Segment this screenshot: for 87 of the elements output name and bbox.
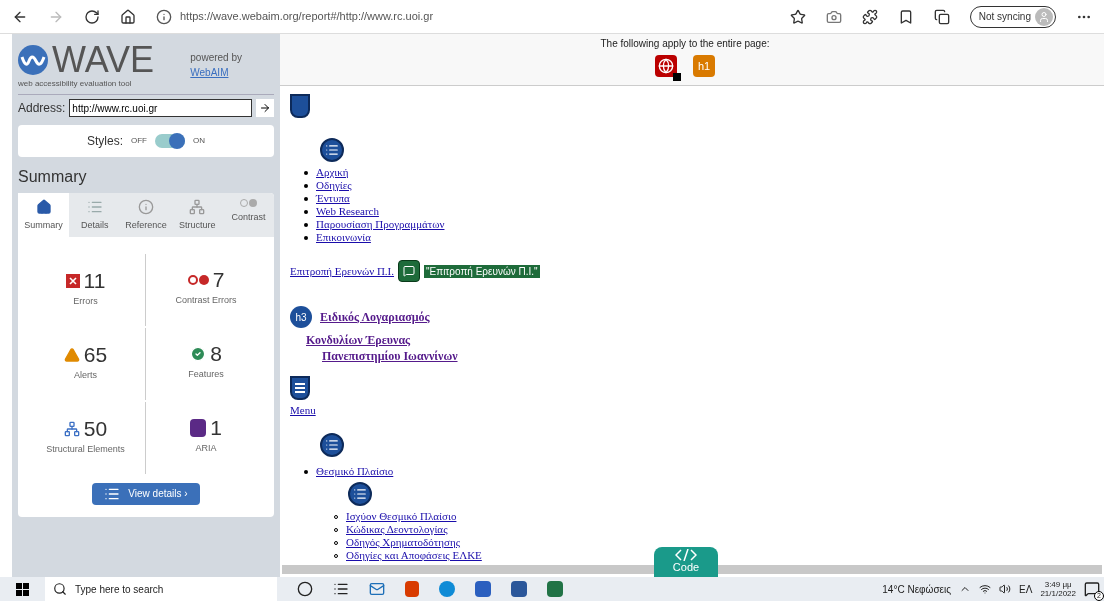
address-input[interactable]: http://www.rc.uoi.gr	[69, 99, 253, 117]
nav-link[interactable]: Ισχύον Θεσμικό Πλαίσιο	[346, 510, 457, 523]
mail-icon[interactable]	[369, 581, 385, 597]
wave-logo: WAVE	[52, 42, 154, 78]
arrow-right-icon	[259, 102, 272, 114]
clock-date: 21/1/2022	[1040, 589, 1076, 598]
check-icon	[190, 345, 207, 362]
menu-icon	[290, 376, 310, 400]
stat-label: Alerts	[74, 369, 97, 383]
nav-link[interactable]: Web Research	[316, 205, 379, 218]
error-icon	[65, 273, 80, 288]
stat-count: 1	[210, 417, 222, 439]
nav-link[interactable]: Αρχική	[316, 166, 349, 179]
volume-icon[interactable]	[999, 583, 1012, 595]
go-button[interactable]	[256, 99, 274, 117]
wifi-icon[interactable]	[979, 583, 992, 595]
stat-count: 50	[83, 418, 108, 440]
structure-icon	[63, 420, 80, 437]
summary-tab[interactable]: Structure	[171, 193, 223, 237]
list-icon	[86, 199, 103, 215]
reload-icon[interactable]	[84, 8, 100, 25]
stat-count: 8	[210, 343, 222, 365]
horizontal-scrollbar[interactable]	[282, 565, 1102, 574]
styles-toggle[interactable]	[155, 134, 185, 148]
nav-link[interactable]: Οδηγίες και Αποφάσεις ΕΛΚΕ	[346, 549, 482, 562]
clock-time: 3:49 μμ	[1044, 580, 1072, 589]
stat-count: 11	[83, 270, 106, 292]
list-icon	[320, 433, 344, 457]
avatar-icon	[1035, 7, 1053, 26]
stat-count: 7	[212, 269, 225, 291]
alt-text-label: "Επιτροπή Ερευνών Π.Ι."	[424, 264, 540, 278]
nav-link[interactable]: Παρουσίαση Προγραμμάτων	[316, 218, 445, 231]
address-label: Address:	[18, 100, 66, 117]
menu-link[interactable]: Menu	[290, 404, 316, 416]
summary-tab[interactable]: Reference	[120, 193, 172, 237]
home-icon	[35, 199, 52, 215]
nav-link[interactable]: Κώδικας Δεοντολογίας	[346, 523, 448, 536]
summary-title: Summary	[18, 167, 88, 187]
view-details-button[interactable]: View details ›	[92, 482, 200, 505]
h3-badge: h3	[290, 306, 312, 328]
nav-link[interactable]: Έντυπα	[316, 192, 350, 205]
header-text: The following apply to the entire page:	[600, 37, 770, 51]
tagline: web accessibility evaluation tool	[18, 78, 133, 90]
stat-label: Contrast Errors	[175, 294, 237, 308]
stat-label: Features	[188, 368, 224, 382]
heading-link[interactable]: Πανεπιστημίου Ιωαννίνων	[290, 348, 1104, 364]
collections-icon[interactable]	[933, 8, 950, 25]
nav-link[interactable]: Επικοινωνία	[316, 231, 371, 244]
stat-label: Structural Elements	[46, 443, 125, 457]
styles-label: Styles:	[87, 133, 123, 150]
home-icon[interactable]	[120, 8, 136, 25]
list-icon	[320, 138, 344, 162]
search-icon	[53, 582, 67, 596]
nav-link[interactable]: Οδηγός Χρηματοδότησης	[346, 536, 460, 549]
code-icon	[675, 549, 697, 561]
extensions-icon[interactable]	[861, 8, 878, 25]
contrast-error-icon	[187, 274, 209, 285]
info-icon	[138, 199, 154, 215]
summary-tab[interactable]: Contrast	[222, 193, 274, 237]
weather-text: 14°C Νεφώσεις	[882, 582, 952, 597]
shield-icon	[290, 94, 310, 118]
cortana-icon[interactable]	[297, 581, 313, 597]
webaim-link[interactable]: WebAIM	[190, 65, 242, 80]
off-label: OFF	[131, 135, 147, 147]
task-view-icon[interactable]	[333, 581, 349, 597]
heading-link[interactable]: Ειδικός Λογαριασμός	[320, 310, 430, 324]
heading-link[interactable]: Κονδυλίων Έρευνας	[290, 332, 1104, 348]
on-label: ON	[193, 135, 205, 147]
wave-logo-icon	[18, 45, 48, 75]
structure-icon	[189, 199, 206, 215]
favorite-icon[interactable]	[789, 8, 806, 25]
alert-icon	[63, 346, 80, 363]
summary-tab[interactable]: Summary	[18, 193, 70, 237]
stat-label: Errors	[73, 295, 98, 309]
list-icon	[348, 482, 372, 506]
camera-icon[interactable]	[825, 8, 842, 25]
nav-link[interactable]: Οδηγίες	[316, 179, 352, 192]
nav-link[interactable]: Θεσμικό Πλαίσιο	[316, 465, 394, 478]
stat-count: 65	[83, 344, 108, 366]
language-indicator[interactable]: ΕΛ	[1019, 581, 1033, 597]
powered-by-text: powered by	[190, 51, 242, 65]
taskbar-search-field[interactable]: Type here to search	[45, 577, 277, 601]
windows-start-icon[interactable]	[16, 582, 29, 596]
summary-tab[interactable]: Details	[69, 193, 121, 237]
image-link[interactable]: Επιτροπή Ερευνών Π.Ι.	[290, 264, 395, 278]
alt-text-icon	[398, 260, 421, 282]
stat-label: ARIA	[195, 442, 217, 456]
